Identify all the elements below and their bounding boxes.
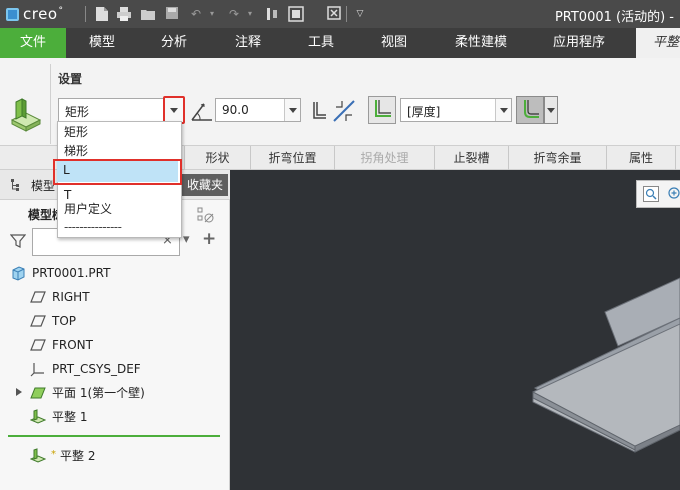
- chevron-down-icon: [289, 108, 297, 113]
- print-icon[interactable]: [116, 6, 132, 22]
- tab-flat[interactable]: 平整: [636, 28, 680, 58]
- app-logo-text: creo: [23, 5, 58, 23]
- thickness-input-value: [厚度]: [407, 105, 441, 119]
- tab-file[interactable]: 文件: [0, 28, 66, 58]
- navigator-model-tab[interactable]: 模型: [31, 177, 55, 194]
- ribbon-tab-bar: 文件 模型 分析 注释 工具 视图 柔性建模 应用程序 平整: [0, 28, 680, 58]
- creo-logo: creo °: [6, 5, 63, 23]
- view-toolbar: [636, 180, 680, 208]
- regenerate-icon[interactable]: [264, 6, 280, 22]
- option-highlight-box: [53, 159, 182, 185]
- tab-properties[interactable]: 属性: [606, 146, 676, 170]
- graphics-viewport[interactable]: [230, 170, 680, 490]
- filter-icon[interactable]: [9, 233, 27, 249]
- chevron-down-icon: [547, 108, 555, 113]
- active-feature-marker: *: [51, 449, 56, 460]
- creo-logo-mark-icon: [6, 7, 19, 21]
- tree-item-planar-wall[interactable]: 平面 1(第一个壁): [52, 383, 145, 403]
- tab-bend-position[interactable]: 折弯位置: [250, 146, 334, 170]
- tab-tools[interactable]: 工具: [299, 28, 343, 58]
- shape-option-rectangle[interactable]: 矩形: [58, 123, 181, 142]
- tab-view[interactable]: 视图: [372, 28, 416, 58]
- bend-angle-icon: [190, 100, 214, 122]
- flat-wall-icon: [8, 96, 44, 132]
- thickness-dropdown-button[interactable]: [495, 99, 511, 121]
- shape-select-value: 矩形: [65, 105, 90, 119]
- tab-annotate[interactable]: 注释: [226, 28, 270, 58]
- save-icon[interactable]: [164, 6, 180, 22]
- settings-group-label: 设置: [58, 72, 83, 86]
- datum-plane-icon: [30, 338, 46, 354]
- undo-icon[interactable]: ↶: [188, 6, 204, 22]
- chevron-down-icon: [500, 108, 508, 113]
- zoom-in-icon[interactable]: [667, 186, 680, 202]
- model-tree-icon: [10, 178, 24, 192]
- bend-radius-dropdown-button[interactable]: [544, 96, 558, 124]
- redo-dropdown-icon[interactable]: ▾: [242, 6, 258, 22]
- tree-item-flat-2[interactable]: 平整 2: [60, 446, 95, 466]
- expand-arrow-icon[interactable]: [16, 388, 22, 396]
- angle-dropdown-button[interactable]: [284, 99, 300, 121]
- tree-item-front[interactable]: FRONT: [52, 335, 93, 355]
- redo-icon[interactable]: ↷: [226, 6, 242, 22]
- angle-input[interactable]: 90.0: [215, 98, 301, 122]
- window-title: PRT0001 (活动的) -: [554, 10, 674, 25]
- tab-relief[interactable]: 止裂槽: [434, 146, 508, 170]
- tree-settings-icon[interactable]: [196, 205, 216, 225]
- angle-input-value: 90.0: [222, 103, 249, 117]
- tree-dropdown-icon[interactable]: ▾: [183, 232, 199, 248]
- windows-icon[interactable]: [288, 6, 304, 22]
- title-bar: creo ° ↶ ▾ ↷ ▾ ▽ PRT0001 (活动的) -: [0, 0, 680, 28]
- thickness-side-toggle[interactable]: [368, 96, 396, 124]
- tab-analysis[interactable]: 分析: [152, 28, 196, 58]
- planar-wall-icon: [30, 385, 46, 401]
- tree-item-part[interactable]: PRT0001.PRT: [32, 263, 110, 283]
- tree-item-top[interactable]: TOP: [52, 311, 76, 331]
- toolbar-separator: [346, 6, 347, 22]
- tree-item-csys[interactable]: PRT_CSYS_DEF: [52, 359, 141, 379]
- shape-option-user-defined[interactable]: 用户定义: [58, 200, 181, 219]
- flat-wall-icon: [29, 409, 47, 425]
- undo-dropdown-icon[interactable]: ▾: [204, 6, 220, 22]
- datum-plane-icon: [30, 314, 46, 330]
- group-separator: [50, 64, 51, 144]
- flip-direction-icon[interactable]: [332, 99, 356, 123]
- tab-shape[interactable]: 形状: [184, 146, 250, 170]
- new-file-icon[interactable]: [94, 6, 110, 22]
- tab-flexible-modeling[interactable]: 柔性建模: [446, 28, 516, 58]
- zoom-icon[interactable]: [643, 186, 659, 202]
- navigator-favorites-tab[interactable]: 收藏夹: [182, 174, 228, 196]
- close-window-icon[interactable]: [326, 6, 342, 22]
- shape-dropdown-button[interactable]: [163, 96, 185, 124]
- thickness-input[interactable]: [厚度]: [400, 98, 512, 122]
- shape-option-separator: ---------------: [64, 220, 122, 234]
- bend-radius-toggle[interactable]: [516, 96, 544, 124]
- chevron-down-icon: [170, 108, 178, 113]
- flat-wall-icon: [29, 448, 47, 464]
- add-column-icon[interactable]: +: [202, 230, 218, 248]
- tree-item-right[interactable]: RIGHT: [52, 287, 90, 307]
- open-folder-icon[interactable]: [140, 6, 156, 22]
- tab-corner-treatment: 拐角处理: [334, 146, 434, 170]
- shape-select[interactable]: 矩形: [58, 98, 164, 122]
- tab-bend-allowance[interactable]: 折弯余量: [508, 146, 606, 170]
- tab-applications[interactable]: 应用程序: [544, 28, 614, 58]
- tree-item-flat-1[interactable]: 平整 1: [52, 407, 87, 427]
- part-icon: [10, 265, 26, 281]
- sheetmetal-model: [532, 277, 680, 453]
- customize-toolbar-icon[interactable]: ▽: [352, 6, 368, 22]
- datum-plane-icon: [30, 290, 46, 306]
- bend-location-icon[interactable]: [310, 99, 330, 121]
- toolbar-separator: [85, 6, 86, 22]
- tab-model[interactable]: 模型: [80, 28, 124, 58]
- csys-icon: [30, 361, 46, 377]
- insert-indicator: [8, 435, 220, 437]
